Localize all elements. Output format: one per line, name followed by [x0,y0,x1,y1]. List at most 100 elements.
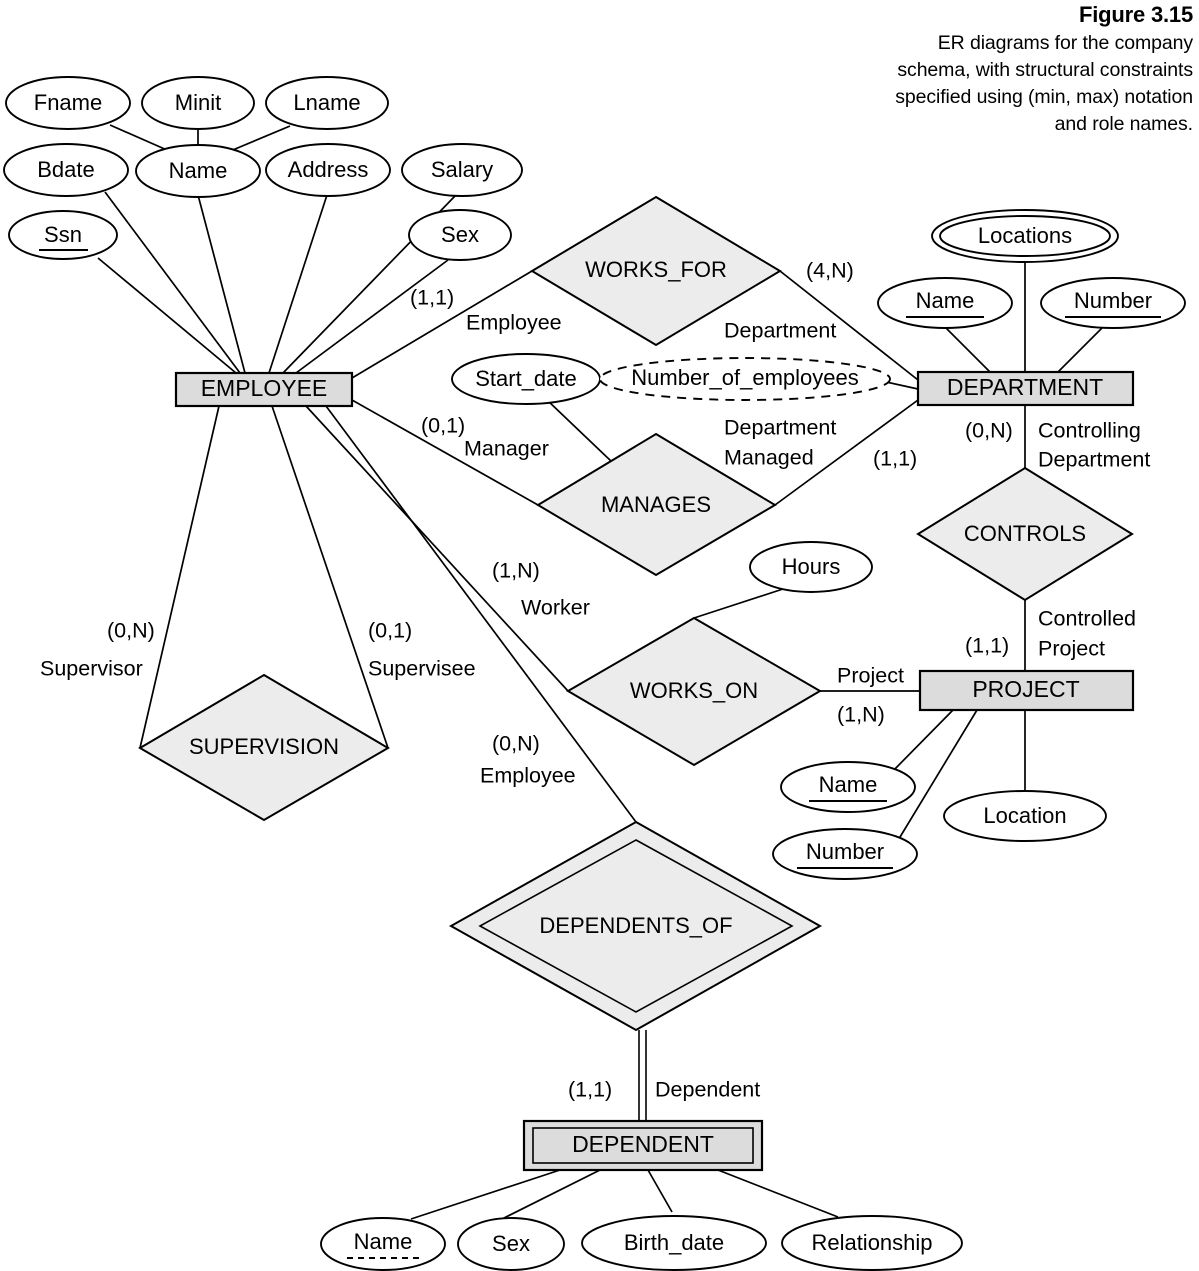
cardinality-works_on-project: (1,N) [837,703,885,727]
works_on-label: WORKS_ON [630,678,758,703]
name-label: Name [169,158,228,183]
dept_locations-label: Locations [978,223,1072,248]
entity-employee[interactable]: EMPLOYEE [174,371,354,408]
role-dependents_of-dependent: Dependent [655,1078,760,1102]
fname-label: Fname [34,90,102,115]
role-works_on-worker: Worker [521,596,590,620]
role-manages-department-line1: Department [724,416,836,440]
hours-label: Hours [782,554,841,579]
edge-dep_name-dependent [410,1169,561,1220]
edge-dep_birth_date-dependent [647,1169,673,1213]
attribute-minit[interactable]: Minit [141,76,255,130]
attribute-bdate[interactable]: Bdate [3,143,129,197]
entity-department[interactable]: DEPARTMENT [916,370,1135,407]
works_for-label: WORKS_FOR [585,257,727,282]
dep_name-label: Name [354,1229,413,1254]
relationship-works_on[interactable]: WORKS_ON [566,616,822,767]
ssn-label: Ssn [44,222,82,247]
edge-hours-works_on [693,588,784,619]
dept_numemp-label: Number_of_employees [631,365,858,390]
edge-start_date-manages [546,399,613,463]
role-supervision-supervisee: Supervisee [368,657,476,681]
relationship-dependents_of[interactable]: DEPENDENTS_OF [448,820,823,1032]
role-controls-controlled-line1: Controlled [1038,607,1136,631]
proj_location-label: Location [983,803,1066,828]
role-works_on-project: Project [837,664,904,688]
attribute-sex[interactable]: Sex [408,209,512,261]
role-controls-controlling-line2: Department [1038,448,1150,472]
lname-label: Lname [293,90,360,115]
relationship-controls[interactable]: CONTROLS [916,466,1134,602]
dept_number-label: Number [1074,288,1152,313]
cardinality-dependents_of-employee: (0,N) [492,732,540,756]
supervision-label: SUPERVISION [189,734,339,759]
entity-project[interactable]: PROJECT [918,669,1135,712]
cardinality-controls-department: (0,N) [965,419,1013,443]
role-dependents_of-employee: Employee [480,764,576,788]
edge-address-employee [268,194,328,374]
attribute-lname[interactable]: Lname [265,76,389,130]
controls-label: CONTROLS [964,521,1086,546]
attribute-dept_locations[interactable]: Locations [931,209,1119,263]
er-diagram-figure: Figure 3.15 ER diagrams for the company … [0,0,1199,1271]
cardinality-dependents_of-dependent: (1,1) [568,1078,612,1102]
attribute-ssn[interactable]: Ssn [8,210,118,260]
edge-number_of_employees-department [885,381,919,390]
dept_name-label: Name [916,288,975,313]
proj_name-label: Name [819,772,878,797]
attribute-salary[interactable]: Salary [401,143,523,197]
project-label: PROJECT [972,676,1079,702]
attribute-start_date[interactable]: Start_date [451,353,601,405]
attribute-dept_numemp[interactable]: Number_of_employees [599,357,891,401]
edge-dep_relationship-dependent [717,1169,839,1218]
edge-sex-employee [295,259,449,374]
role-controls-controlled-line2: Project [1038,637,1105,661]
attribute-proj_number[interactable]: Number [772,828,918,880]
salary-label: Salary [431,157,493,182]
employee-label: EMPLOYEE [201,375,328,401]
department-label: DEPARTMENT [947,374,1103,400]
dependent-attribute-edges [410,1169,839,1221]
attribute-dep_name[interactable]: Name [320,1217,446,1271]
cardinality-supervision-supervisee: (0,1) [368,619,412,643]
role-controls-controlling-line1: Controlling [1038,419,1141,443]
attribute-hours[interactable]: Hours [749,541,873,593]
cardinality-manages-department: (1,1) [873,447,917,471]
dependents_of-label: DEPENDENTS_OF [539,913,732,938]
attribute-name-employee[interactable]: Name [135,144,261,198]
cardinality-works_for-employee: (1,1) [410,286,454,310]
attribute-dept_number[interactable]: Number [1040,277,1186,329]
edge-bdate-employee [104,191,241,374]
dep_relationship-label: Relationship [811,1230,932,1255]
role-manages-manager: Manager [464,437,549,461]
edge-lname-name [227,125,291,153]
dep_birth_date-label: Birth_date [624,1230,724,1255]
cardinality-controls-project: (1,1) [965,634,1009,658]
attribute-address[interactable]: Address [265,143,391,197]
entity-dependent[interactable]: DEPENDENT [522,1119,764,1172]
attribute-dep_relationship[interactable]: Relationship [781,1215,963,1271]
relationship-supervision[interactable]: SUPERVISION [138,673,390,822]
minit-label: Minit [175,90,221,115]
address-label: Address [288,157,369,182]
role-supervision-supervisor: Supervisor [40,657,143,681]
manages-label: MANAGES [601,492,711,517]
cardinality-manages-employee: (0,1) [421,414,465,438]
attribute-fname[interactable]: Fname [5,76,131,130]
attribute-proj_name[interactable]: Name [780,761,916,813]
attribute-dept_name[interactable]: Name [877,277,1013,329]
bdate-label: Bdate [37,157,95,182]
start_date-label: Start_date [475,366,577,391]
cardinality-supervision-supervisor: (0,N) [107,619,155,643]
attribute-dep_birth_date[interactable]: Birth_date [581,1215,767,1271]
role-manages-department-line2: Managed [724,446,814,470]
dependent-label: DEPENDENT [572,1131,714,1157]
role-works_for-department: Department [724,319,836,343]
attribute-dep_sex[interactable]: Sex [457,1217,565,1271]
attribute-proj_location[interactable]: Location [943,790,1107,842]
cardinality-works_for-department: (4,N) [806,259,854,283]
sex-label: Sex [441,222,479,247]
cardinality-works_on-employee: (1,N) [492,559,540,583]
dep_sex-label: Sex [492,1231,530,1256]
edge-employee-supervision-supervisor [139,405,220,749]
